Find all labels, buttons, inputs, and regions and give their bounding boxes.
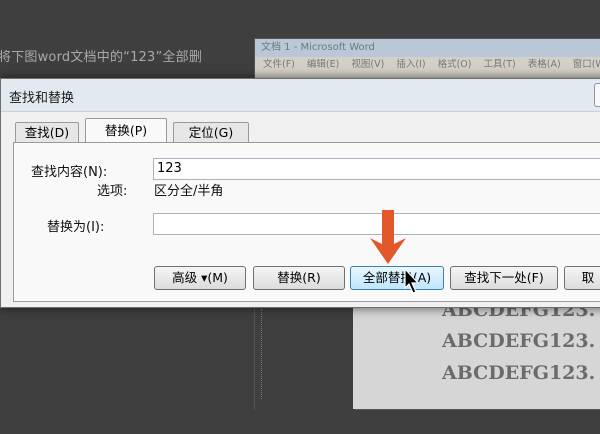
dialog-title: 查找和替换	[9, 91, 75, 106]
tab-find[interactable]: 查找(D)	[15, 122, 79, 142]
word-menu-table[interactable]: 表格(A)	[528, 59, 561, 70]
word-menu-format[interactable]: 格式(O)	[438, 59, 472, 70]
word-menu-insert[interactable]: 插入(I)	[396, 59, 425, 70]
options-value: 区分全/半角	[154, 184, 224, 199]
doc-line: ABCDEFG123.	[442, 330, 596, 352]
more-button[interactable]: 高级 ▾(M)	[154, 266, 246, 290]
dialog-titlebar[interactable]: 查找和替换	[1, 79, 600, 112]
instruction-text: 将下图word文档中的“123”全部删	[0, 50, 203, 65]
replace-button[interactable]: 替换(R)	[253, 266, 345, 290]
options-label: 选项:	[97, 184, 128, 199]
find-what-input[interactable]: 123	[153, 158, 600, 180]
vertical-ruler	[261, 309, 268, 399]
word-menu-tools[interactable]: 工具(T)	[484, 59, 516, 70]
find-next-button[interactable]: 查找下一处(F)	[450, 266, 558, 290]
word-title: 文档 1 - Microsoft Word	[255, 39, 600, 57]
doc-line: ABCDEFG123.	[442, 362, 596, 384]
replace-with-label: 替换为(I):	[47, 220, 105, 235]
find-replace-dialog: 查找和替换 查找(D) 替换(P) 定位(G) 查找内容(N): 123 选项:…	[0, 78, 600, 308]
word-menu-file[interactable]: 文件(F)	[263, 59, 295, 70]
mouse-cursor-icon	[404, 268, 420, 294]
cancel-button[interactable]: 取	[564, 266, 600, 290]
help-button[interactable]	[594, 83, 600, 107]
word-menubar: 文件(F) 编辑(E) 视图(V) 插入(I) 格式(O) 工具(T) 表格(A…	[255, 57, 600, 73]
arrow-shaft	[382, 210, 394, 244]
word-menu-view[interactable]: 视图(V)	[351, 59, 384, 70]
tab-goto[interactable]: 定位(G)	[173, 122, 249, 142]
word-menu-edit[interactable]: 编辑(E)	[307, 59, 339, 70]
find-what-label: 查找内容(N):	[31, 165, 108, 180]
tab-replace[interactable]: 替换(P)	[85, 118, 167, 142]
replace-all-button[interactable]: 全部替换(A)	[350, 266, 444, 290]
word-menu-window[interactable]: 窗口(W)	[573, 59, 600, 70]
pointer-arrow-icon	[370, 210, 406, 264]
word-left-margin	[255, 301, 355, 411]
